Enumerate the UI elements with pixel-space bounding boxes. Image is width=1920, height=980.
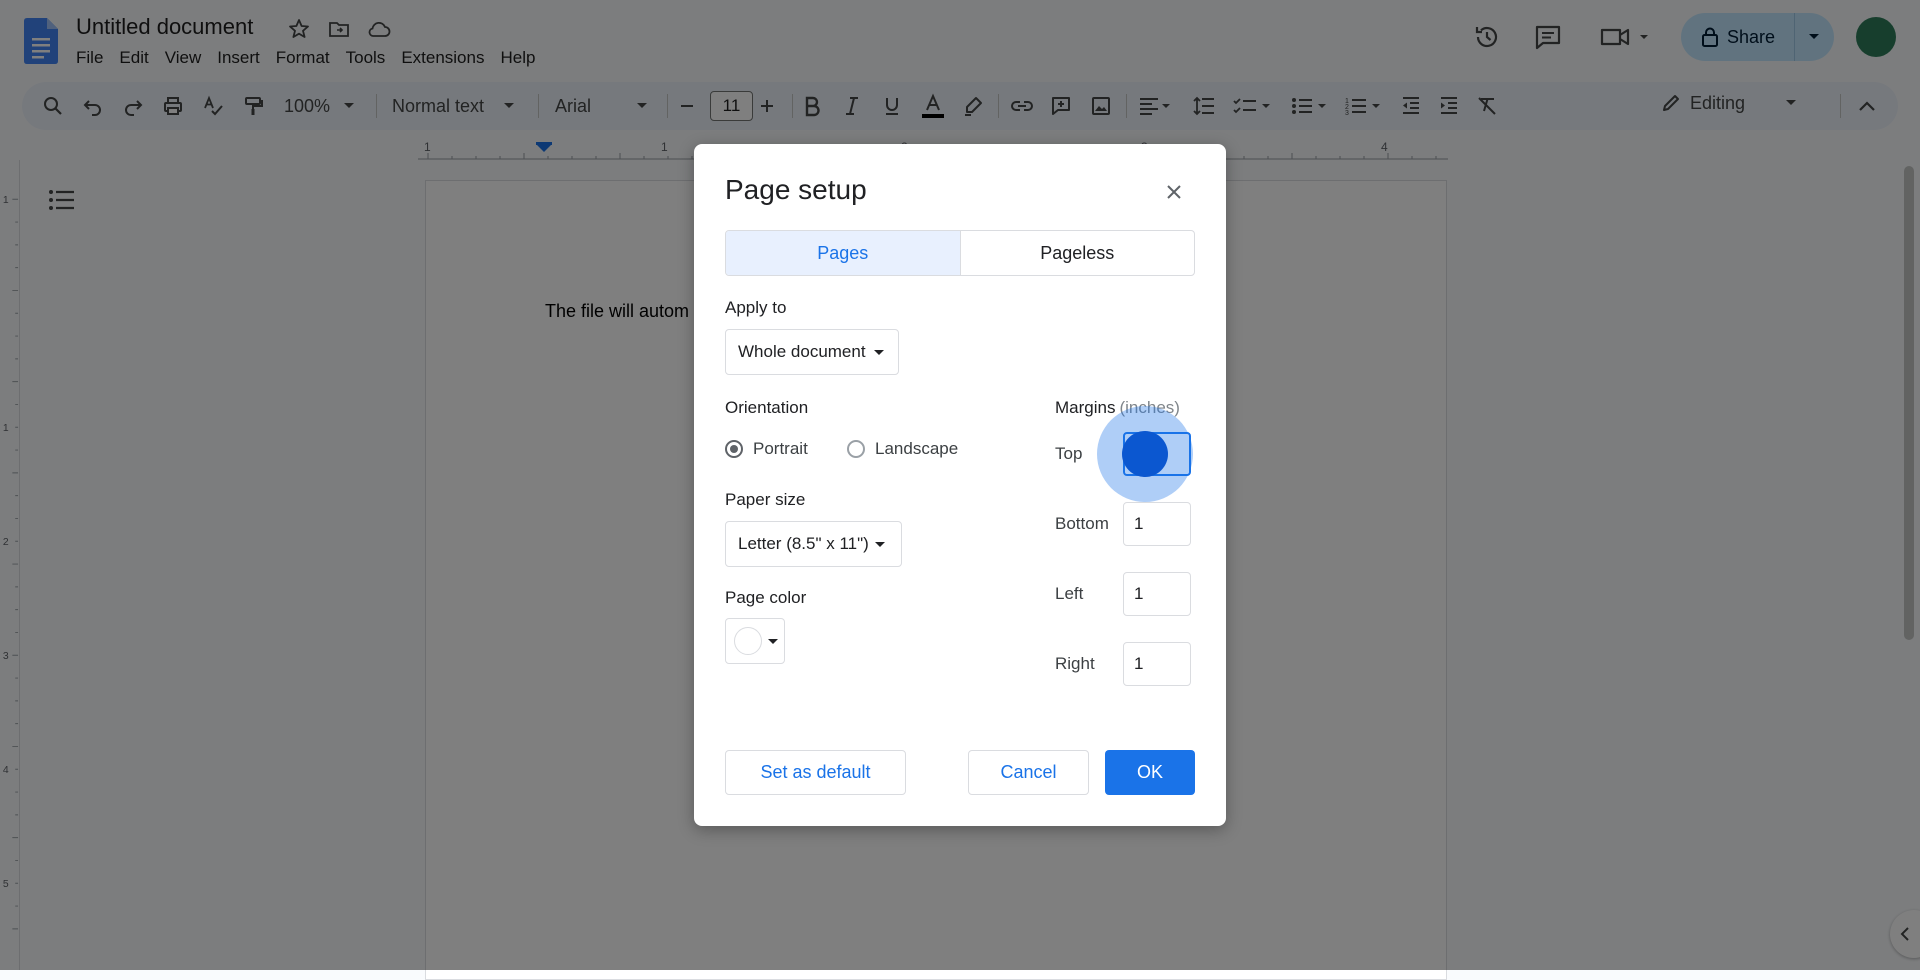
landscape-radio[interactable]: [847, 440, 865, 458]
landscape-label: Landscape: [875, 439, 959, 458]
margin-left-label: Left: [1055, 584, 1084, 603]
portrait-radio[interactable]: [725, 440, 743, 458]
tab-pageless[interactable]: Pageless: [961, 231, 1195, 275]
color-swatch: [734, 627, 762, 655]
page-mode-tabs: Pages Pageless: [725, 230, 1195, 276]
click-indicator-dot: [1122, 431, 1168, 477]
page-color-label: Page color: [725, 588, 807, 607]
page-color-picker[interactable]: [725, 618, 785, 664]
orientation-portrait-option[interactable]: Portrait: [725, 439, 808, 459]
paper-size-label: Paper size: [725, 490, 806, 509]
portrait-label: Portrait: [753, 439, 808, 458]
caret-down-icon: [768, 638, 778, 644]
caret-down-icon: [874, 541, 885, 547]
margin-right-input[interactable]: 1: [1123, 642, 1191, 686]
close-icon[interactable]: [1160, 178, 1188, 206]
apply-to-label: Apply to: [725, 298, 787, 317]
margin-top-label: Top: [1055, 444, 1083, 463]
ok-button[interactable]: OK: [1105, 750, 1195, 795]
apply-to-select[interactable]: Whole document: [725, 329, 899, 375]
margin-bottom-label: Bottom: [1055, 514, 1109, 533]
paper-size-value: Letter (8.5" x 11"): [738, 534, 869, 553]
margin-right-label: Right: [1055, 654, 1095, 673]
orientation-label: Orientation: [725, 398, 809, 417]
margins-title: Margins: [1055, 398, 1116, 417]
page-setup-dialog: Page setup Pages Pageless Apply to Whole…: [694, 144, 1226, 826]
margin-bottom-input[interactable]: 1: [1123, 502, 1191, 546]
tab-pages[interactable]: Pages: [726, 231, 961, 275]
orientation-landscape-option[interactable]: Landscape: [847, 439, 958, 459]
apply-to-value: Whole document: [738, 342, 866, 361]
margin-left-input[interactable]: 1: [1123, 572, 1191, 616]
cancel-button[interactable]: Cancel: [968, 750, 1089, 795]
dialog-title: Page setup: [725, 174, 867, 205]
caret-down-icon: [873, 349, 884, 355]
paper-size-select[interactable]: Letter (8.5" x 11"): [725, 521, 902, 567]
set-as-default-button[interactable]: Set as default: [725, 750, 906, 795]
